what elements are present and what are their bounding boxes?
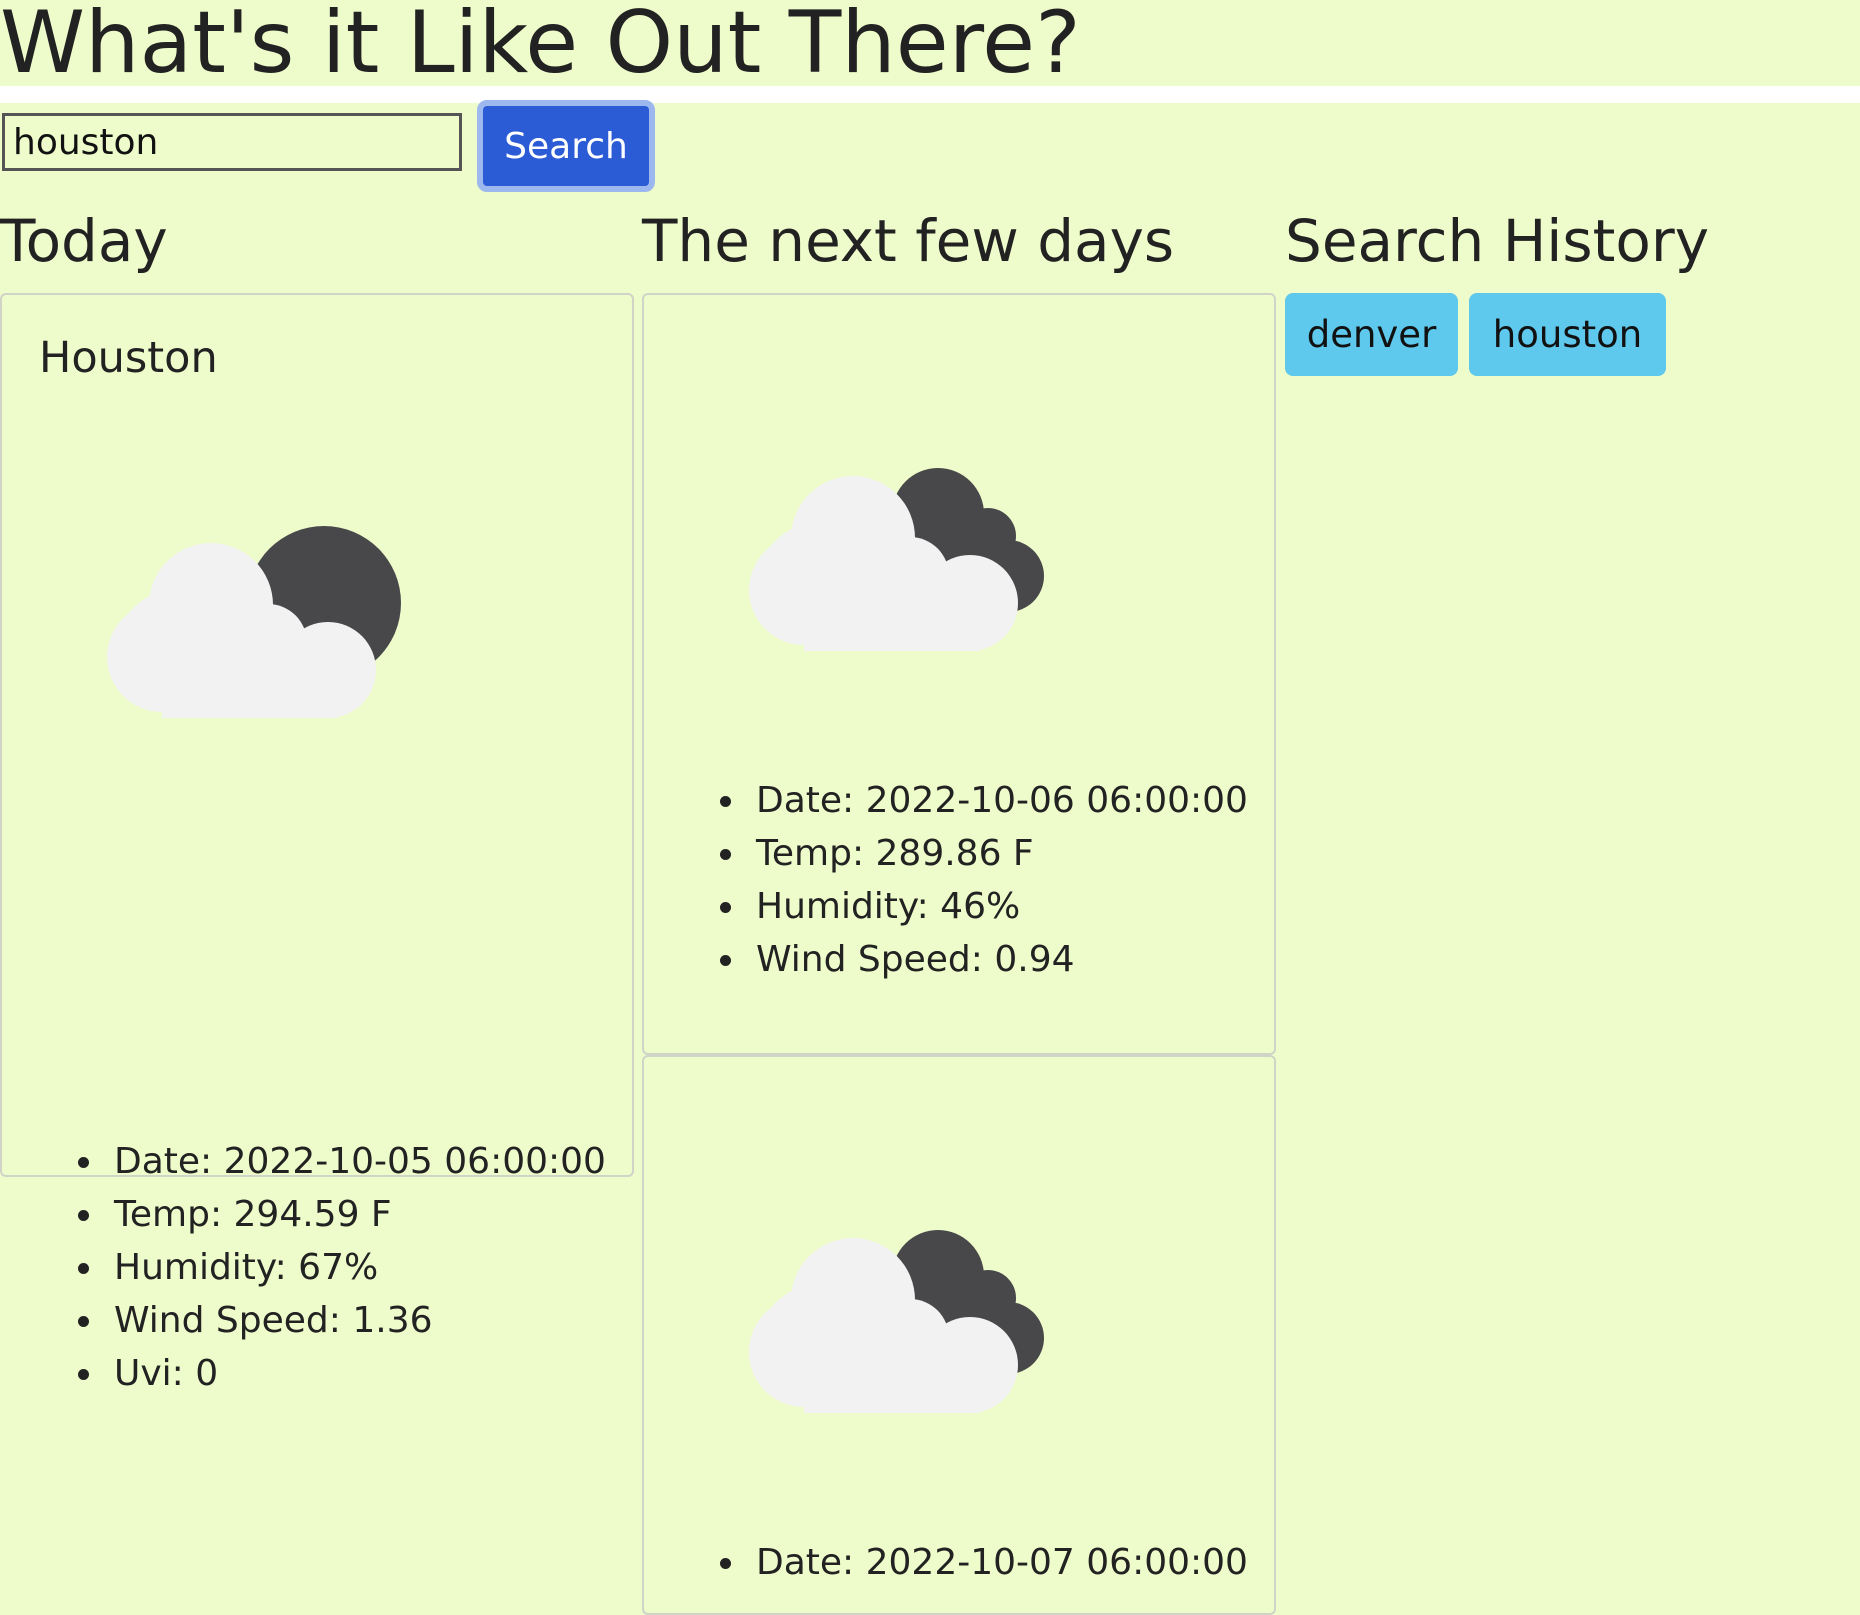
forecast-details: Date: 2022-10-07 06:00:00 <box>720 1536 1248 1589</box>
cloudy-night-icon <box>749 1230 1044 1413</box>
search-button[interactable]: Search <box>477 100 655 192</box>
forecast-humidity: Humidity: 46% <box>720 880 1248 933</box>
history-item-denver[interactable]: denver <box>1285 293 1458 376</box>
forecast-details: Date: 2022-10-06 06:00:00 Temp: 289.86 F… <box>720 774 1248 986</box>
today-wind-speed: Wind Speed: 1.36 <box>78 1294 606 1347</box>
today-date: Date: 2022-10-05 06:00:00 <box>78 1135 606 1188</box>
page-title: What's it Like Out There? <box>0 0 1081 93</box>
today-uvi: Uvi: 0 <box>78 1347 606 1400</box>
today-heading: Today <box>0 207 168 275</box>
forecast-card: Date: 2022-10-06 06:00:00 Temp: 289.86 F… <box>642 293 1276 1055</box>
forecast-date: Date: 2022-10-07 06:00:00 <box>720 1536 1248 1589</box>
forecast-heading: The next few days <box>642 207 1175 275</box>
today-temp: Temp: 294.59 F <box>78 1188 606 1241</box>
partly-cloudy-night-icon <box>107 526 401 718</box>
forecast-wind-speed: Wind Speed: 0.94 <box>720 933 1248 986</box>
header-divider <box>0 86 1860 103</box>
forecast-card: Date: 2022-10-07 06:00:00 <box>642 1055 1276 1615</box>
today-humidity: Humidity: 67% <box>78 1241 606 1294</box>
today-details: Date: 2022-10-05 06:00:00 Temp: 294.59 F… <box>78 1135 606 1400</box>
cloudy-night-icon <box>749 468 1044 651</box>
forecast-date: Date: 2022-10-06 06:00:00 <box>720 774 1248 827</box>
forecast-temp: Temp: 289.86 F <box>720 827 1248 880</box>
history-item-houston[interactable]: houston <box>1469 293 1666 376</box>
history-heading: Search History <box>1285 207 1710 275</box>
today-card: Houston Date: 2022-10-05 06:00:00 Temp: … <box>0 293 634 1394</box>
city-name: Houston <box>39 333 218 383</box>
search-input[interactable] <box>2 113 462 171</box>
